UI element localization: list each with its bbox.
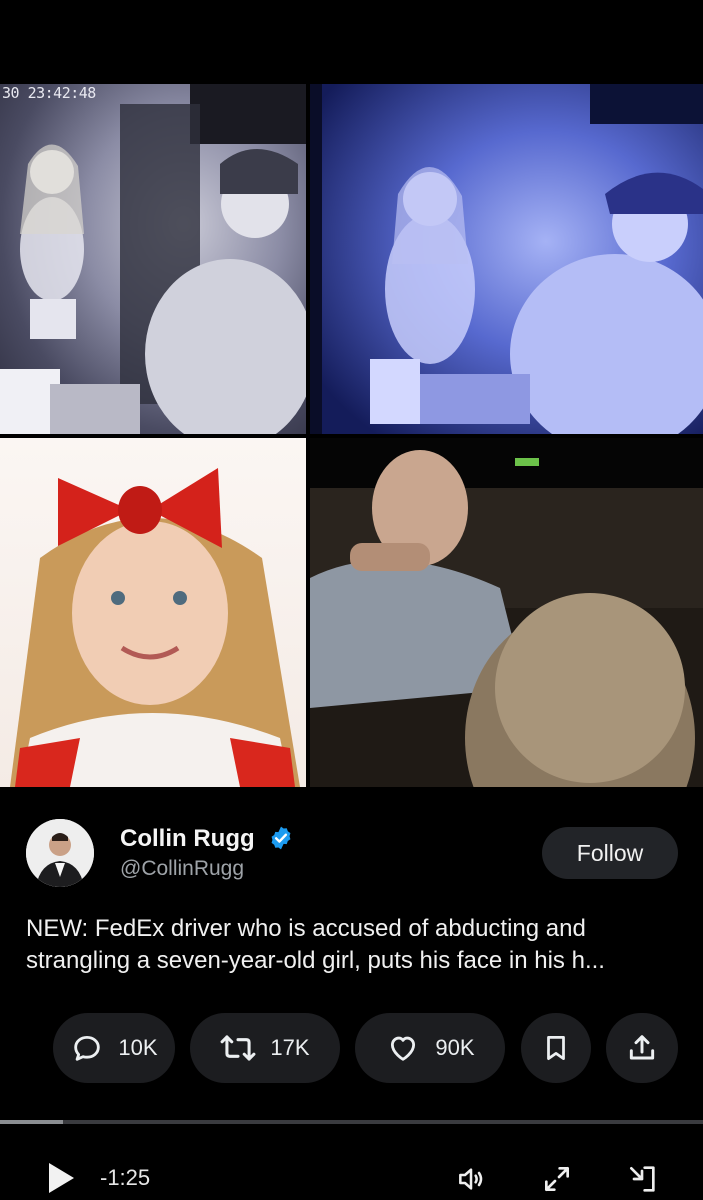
like-button[interactable]: 90K <box>355 1013 505 1083</box>
video-progress-bar[interactable] <box>0 1120 703 1124</box>
reply-count: 10K <box>118 1035 158 1060</box>
bookmark-icon <box>547 1036 565 1060</box>
volume-icon[interactable] <box>455 1163 487 1195</box>
expand-arrows-icon[interactable] <box>541 1163 573 1195</box>
repost-arrows-icon <box>220 1035 256 1061</box>
avatar-image <box>26 819 94 887</box>
display-name[interactable]: Collin Rugg <box>120 825 255 853</box>
bookmark-button[interactable] <box>521 1013 591 1083</box>
like-count: 90K <box>435 1035 475 1060</box>
video-timestamp: 30 23:42:48 <box>2 84 96 102</box>
courtroom-scene <box>310 438 703 787</box>
cab-scene-left <box>0 84 306 434</box>
monitor-image-right <box>310 84 703 434</box>
repost-button[interactable]: 17K <box>190 1013 340 1083</box>
media-collage[interactable]: 30 23:42:48 <box>0 84 703 787</box>
post-panel: Collin Rugg @CollinRugg Follow NEW: FedE… <box>0 787 703 1200</box>
share-upload-icon <box>629 1035 655 1060</box>
verified-badge-icon <box>271 826 291 850</box>
exit-player-icon[interactable] <box>626 1163 658 1195</box>
cab-scene-right <box>310 84 703 434</box>
courtroom-image <box>310 438 703 787</box>
video-progress-fill <box>0 1120 64 1124</box>
heart-icon <box>391 1036 416 1061</box>
repost-count: 17K <box>270 1035 310 1060</box>
user-handle[interactable]: @CollinRugg <box>120 857 244 881</box>
time-remaining: -1:25 <box>100 1165 151 1190</box>
speech-bubble-icon <box>74 1035 101 1061</box>
share-button[interactable] <box>606 1013 678 1083</box>
portrait-image <box>0 438 306 787</box>
follow-button[interactable]: Follow <box>542 827 678 879</box>
night-vision-image-left: 30 23:42:48 <box>0 84 306 434</box>
reply-button[interactable]: 10K <box>53 1013 175 1083</box>
avatar[interactable] <box>26 819 94 887</box>
post-text: NEW: FedEx driver who is accused of abdu… <box>26 915 605 974</box>
girl-portrait <box>10 468 300 787</box>
play-icon[interactable] <box>46 1161 76 1195</box>
